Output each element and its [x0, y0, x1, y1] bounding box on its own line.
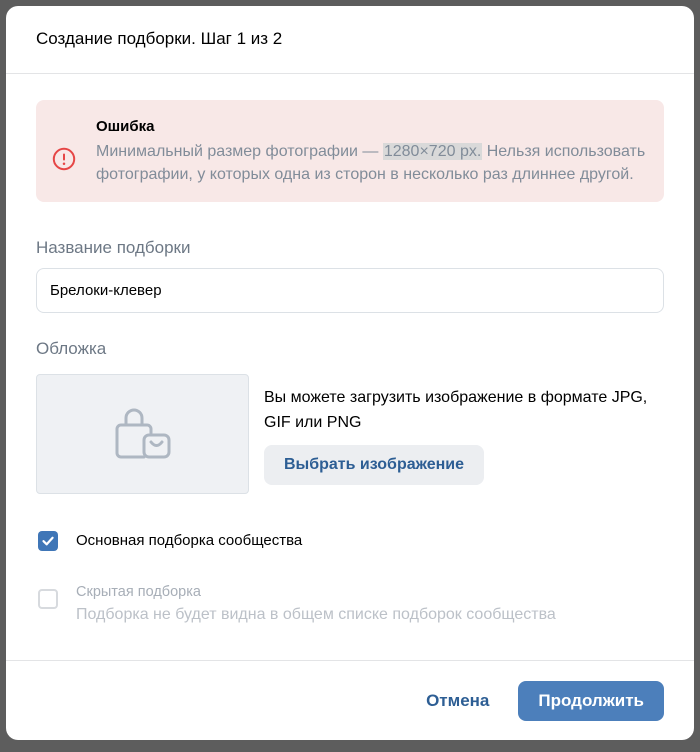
hidden-collection-label: Скрытая подборка: [76, 584, 201, 600]
cover-description: Вы можете загрузить изображение в формат…: [264, 389, 648, 431]
continue-button[interactable]: Продолжить: [518, 680, 664, 721]
error-alert: Ошибка Минимальный размер фотографии — 1…: [36, 100, 664, 202]
cancel-button[interactable]: Отмена: [426, 691, 489, 711]
create-collection-modal: Создание подборки. Шаг 1 из 2 Ошибка Мин…: [6, 6, 694, 740]
collection-name-input[interactable]: Брелоки-клевер: [36, 268, 664, 313]
modal-title: Создание подборки. Шаг 1 из 2: [36, 28, 283, 48]
error-message: Минимальный размер фотографии — 1280×720…: [96, 140, 646, 186]
main-collection-checkbox[interactable]: [38, 531, 58, 551]
hidden-collection-description: Подборка не будет видна в общем списке п…: [76, 606, 556, 623]
cover-placeholder[interactable]: [36, 374, 249, 494]
error-highlight: 1280×720 px.: [382, 143, 483, 160]
choose-image-button[interactable]: Выбрать изображение: [264, 445, 485, 485]
cover-info: Вы можете загрузить изображение в формат…: [264, 385, 654, 494]
cover-row: Вы можете загрузить изображение в формат…: [36, 374, 664, 494]
error-text-before: Минимальный размер фотографии —: [96, 143, 379, 160]
main-collection-option[interactable]: Основная подборка сообщества: [36, 531, 664, 551]
hidden-collection-option[interactable]: Скрытая подборка Подборка не будет видна…: [36, 582, 664, 626]
modal-content: Ошибка Минимальный размер фотографии — 1…: [6, 74, 694, 626]
error-title: Ошибка: [96, 118, 155, 135]
shopping-bag-icon: [115, 408, 170, 459]
check-icon: [42, 536, 54, 546]
hidden-collection-texts: Скрытая подборка Подборка не будет видна…: [76, 582, 556, 626]
main-collection-label: Основная подборка сообщества: [76, 532, 303, 549]
modal-header: Создание подборки. Шаг 1 из 2: [6, 6, 694, 74]
exclamation-circle-icon: [52, 147, 76, 171]
cover-label: Обложка: [36, 339, 107, 358]
hidden-collection-checkbox[interactable]: [38, 589, 58, 609]
modal-footer: Отмена Продолжить: [6, 660, 694, 740]
error-body: Ошибка Минимальный размер фотографии — 1…: [96, 118, 646, 186]
collection-name-label: Название подборки: [36, 238, 191, 257]
